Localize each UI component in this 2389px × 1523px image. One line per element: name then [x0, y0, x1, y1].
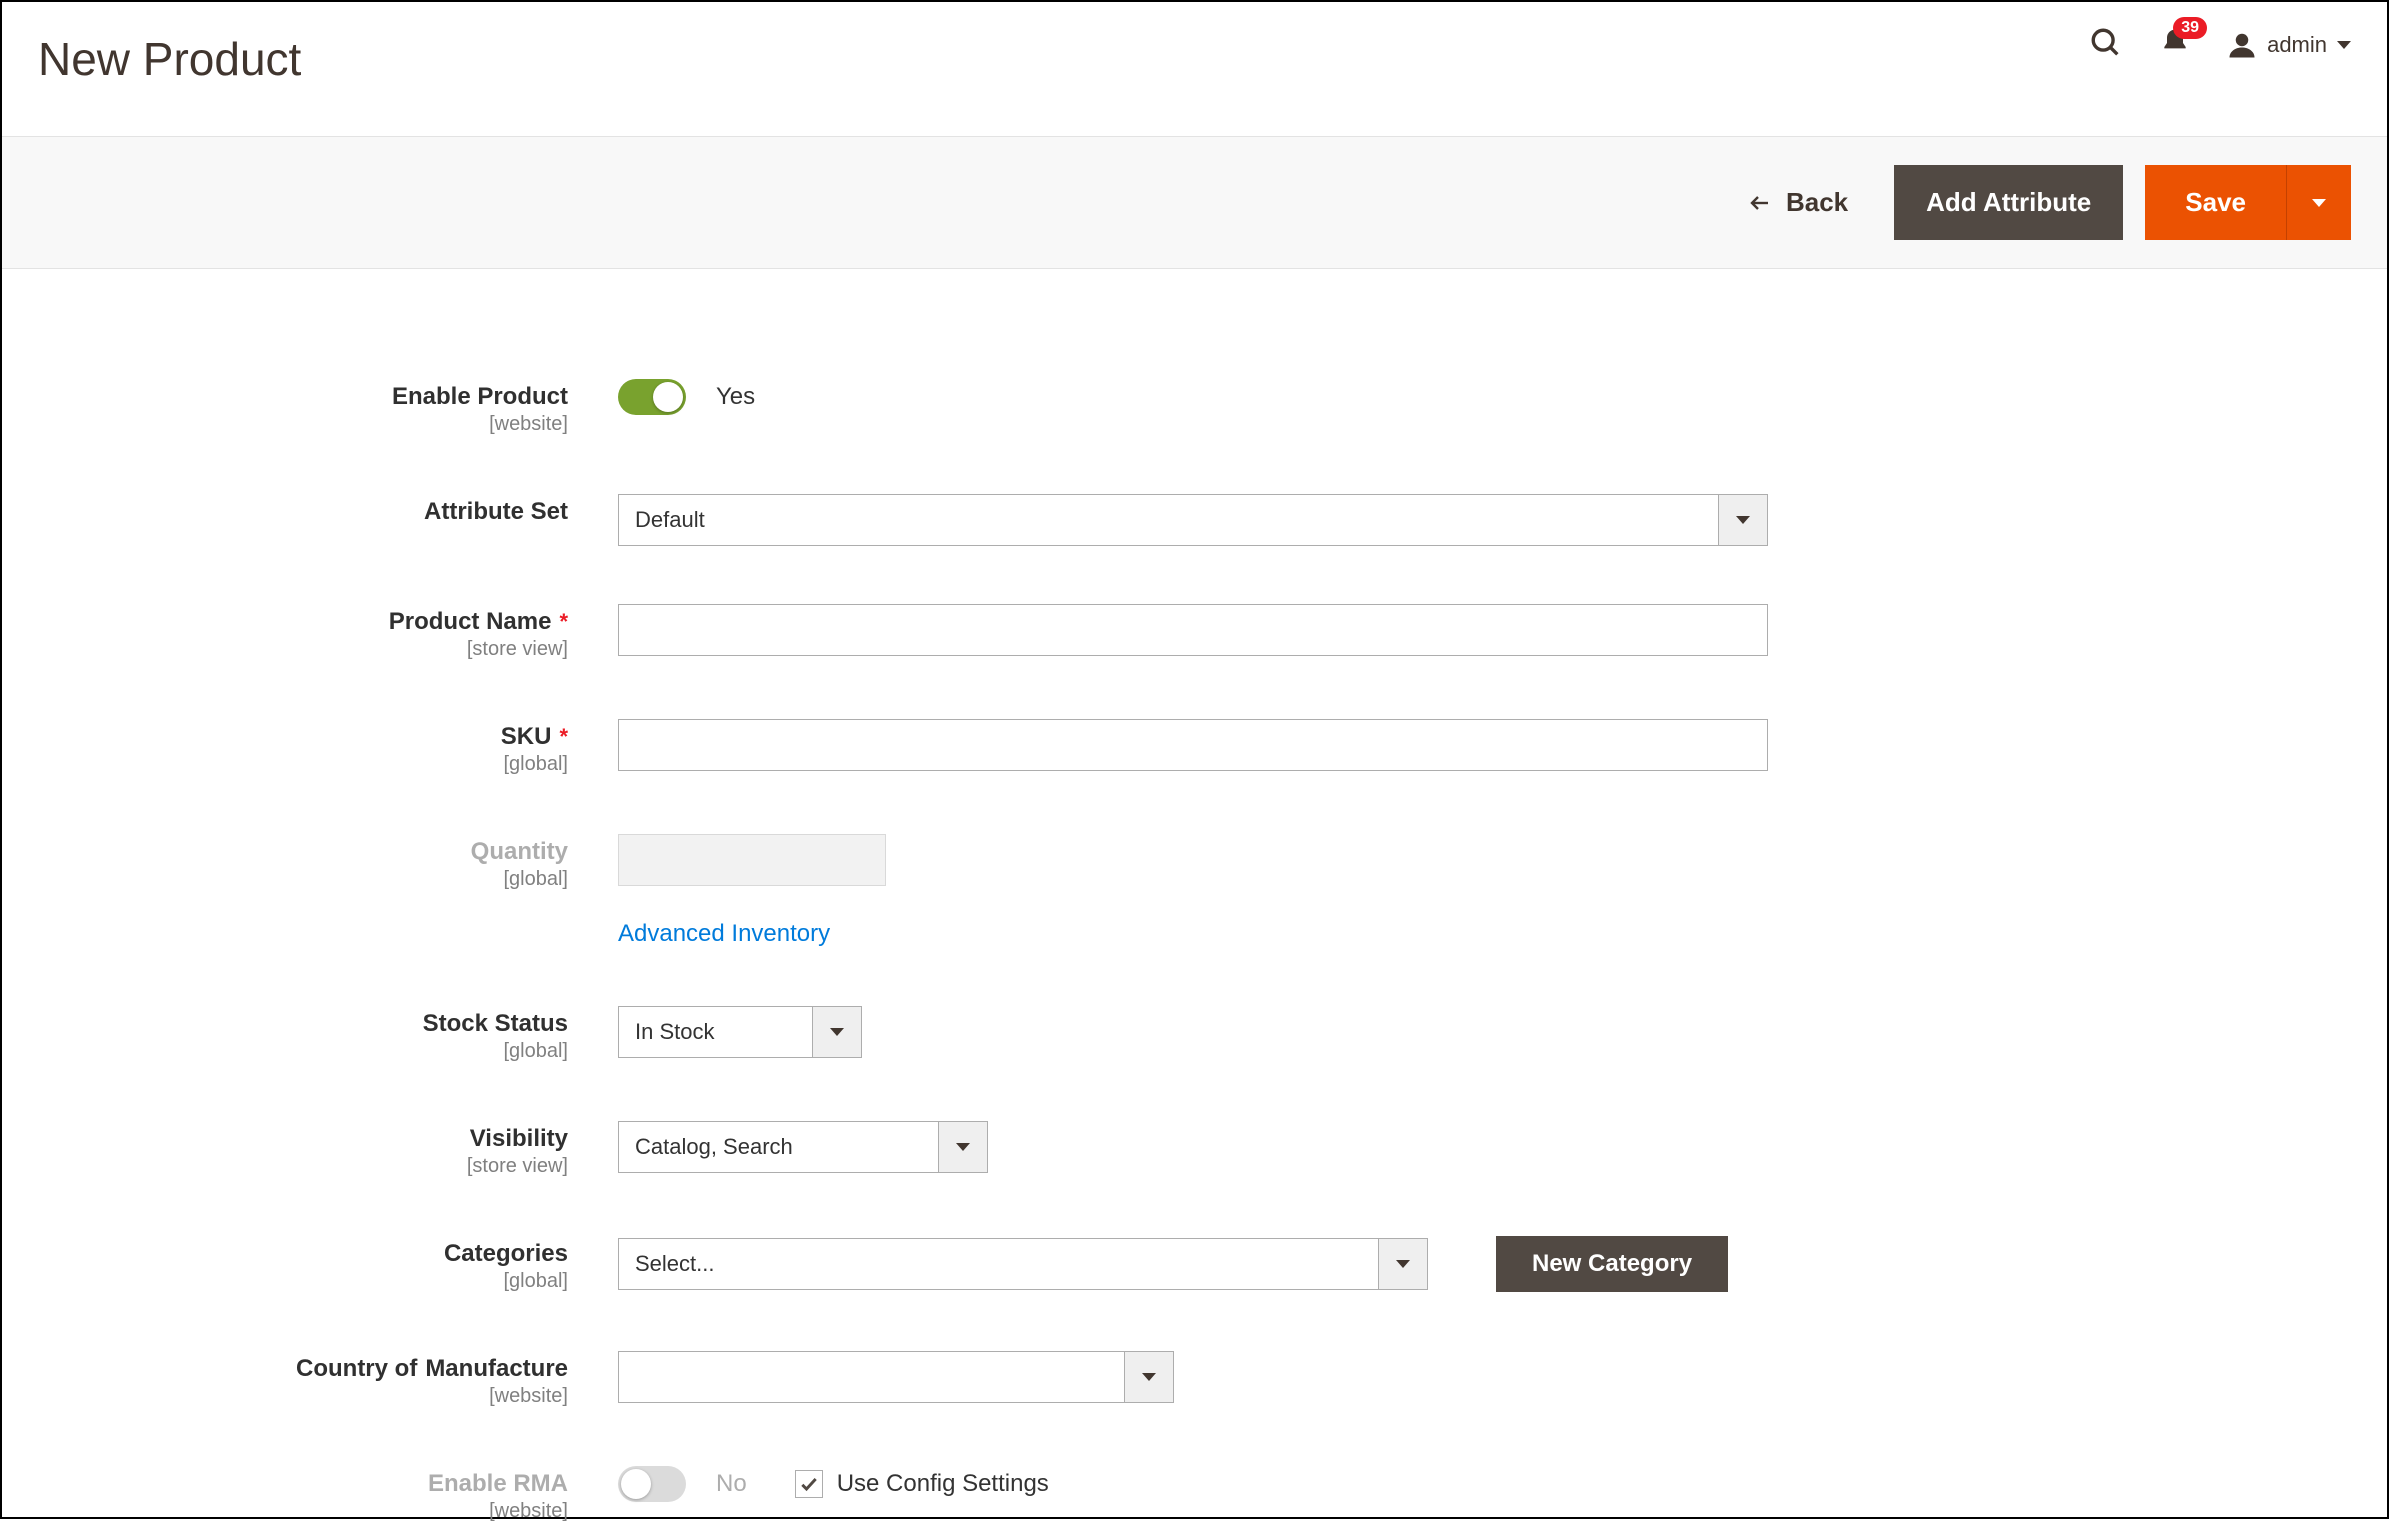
- chevron-down-icon: [1718, 494, 1768, 546]
- sku-scope: [global]: [158, 753, 568, 776]
- product-form: Enable Product [website] Yes Attribute S…: [38, 379, 2351, 1523]
- notifications-icon[interactable]: 39: [2159, 27, 2191, 62]
- country-label: Country of Manufacture: [296, 1355, 568, 1383]
- sku-label: SKU*: [501, 723, 568, 751]
- chevron-down-icon: [1378, 1238, 1428, 1290]
- country-scope: [website]: [158, 1385, 568, 1408]
- save-button[interactable]: Save: [2145, 165, 2286, 240]
- enable-rma-label: Enable RMA: [428, 1470, 568, 1498]
- sku-input[interactable]: [618, 719, 1768, 771]
- enable-product-value: Yes: [716, 383, 755, 411]
- enable-product-label: Enable Product: [392, 383, 568, 411]
- attribute-set-value: Default: [618, 494, 1718, 546]
- enable-rma-scope: [website]: [158, 1500, 568, 1523]
- country-value: [618, 1351, 1124, 1403]
- chevron-down-icon: [1124, 1351, 1174, 1403]
- notifications-badge: 39: [2173, 17, 2207, 39]
- visibility-select[interactable]: Catalog, Search: [618, 1121, 988, 1173]
- back-label: Back: [1786, 187, 1848, 218]
- categories-label: Categories: [444, 1240, 568, 1268]
- stock-status-label: Stock Status: [423, 1010, 568, 1038]
- save-dropdown-toggle[interactable]: [2286, 165, 2351, 240]
- enable-rma-value: No: [716, 1470, 747, 1498]
- attribute-set-label: Attribute Set: [424, 498, 568, 526]
- categories-scope: [global]: [158, 1270, 568, 1293]
- product-name-input[interactable]: [618, 604, 1768, 656]
- user-name: admin: [2267, 32, 2327, 58]
- quantity-input: [618, 834, 886, 886]
- user-menu[interactable]: admin: [2227, 30, 2351, 60]
- stock-status-select[interactable]: In Stock: [618, 1006, 862, 1058]
- advanced-inventory-link[interactable]: Advanced Inventory: [618, 920, 830, 948]
- quantity-scope: [global]: [158, 868, 568, 891]
- product-name-label: Product Name*: [389, 608, 568, 636]
- chevron-down-icon: [812, 1006, 862, 1058]
- back-button[interactable]: Back: [1748, 187, 1848, 218]
- use-config-label: Use Config Settings: [837, 1470, 1049, 1498]
- visibility-scope: [store view]: [158, 1155, 568, 1178]
- attribute-set-select[interactable]: Default: [618, 494, 1768, 546]
- stock-status-scope: [global]: [158, 1040, 568, 1063]
- chevron-down-icon: [2337, 41, 2351, 49]
- stock-status-value: In Stock: [618, 1006, 812, 1058]
- country-select[interactable]: [618, 1351, 1174, 1403]
- chevron-down-icon: [938, 1121, 988, 1173]
- enable-product-scope: [website]: [158, 413, 568, 436]
- quantity-label: Quantity: [471, 838, 568, 866]
- search-icon[interactable]: [2089, 26, 2123, 63]
- action-bar: Back Add Attribute Save: [2, 136, 2387, 269]
- visibility-value: Catalog, Search: [618, 1121, 938, 1173]
- categories-select[interactable]: Select...: [618, 1238, 1428, 1290]
- new-category-button[interactable]: New Category: [1496, 1236, 1728, 1292]
- page-title: New Product: [38, 32, 301, 86]
- enable-rma-toggle: [618, 1466, 686, 1502]
- add-attribute-button[interactable]: Add Attribute: [1894, 165, 2123, 240]
- product-name-scope: [store view]: [158, 638, 568, 661]
- chevron-down-icon: [2312, 199, 2326, 207]
- enable-product-toggle[interactable]: [618, 379, 686, 415]
- categories-value: Select...: [618, 1238, 1378, 1290]
- visibility-label: Visibility: [470, 1125, 568, 1153]
- use-config-checkbox[interactable]: [795, 1470, 823, 1498]
